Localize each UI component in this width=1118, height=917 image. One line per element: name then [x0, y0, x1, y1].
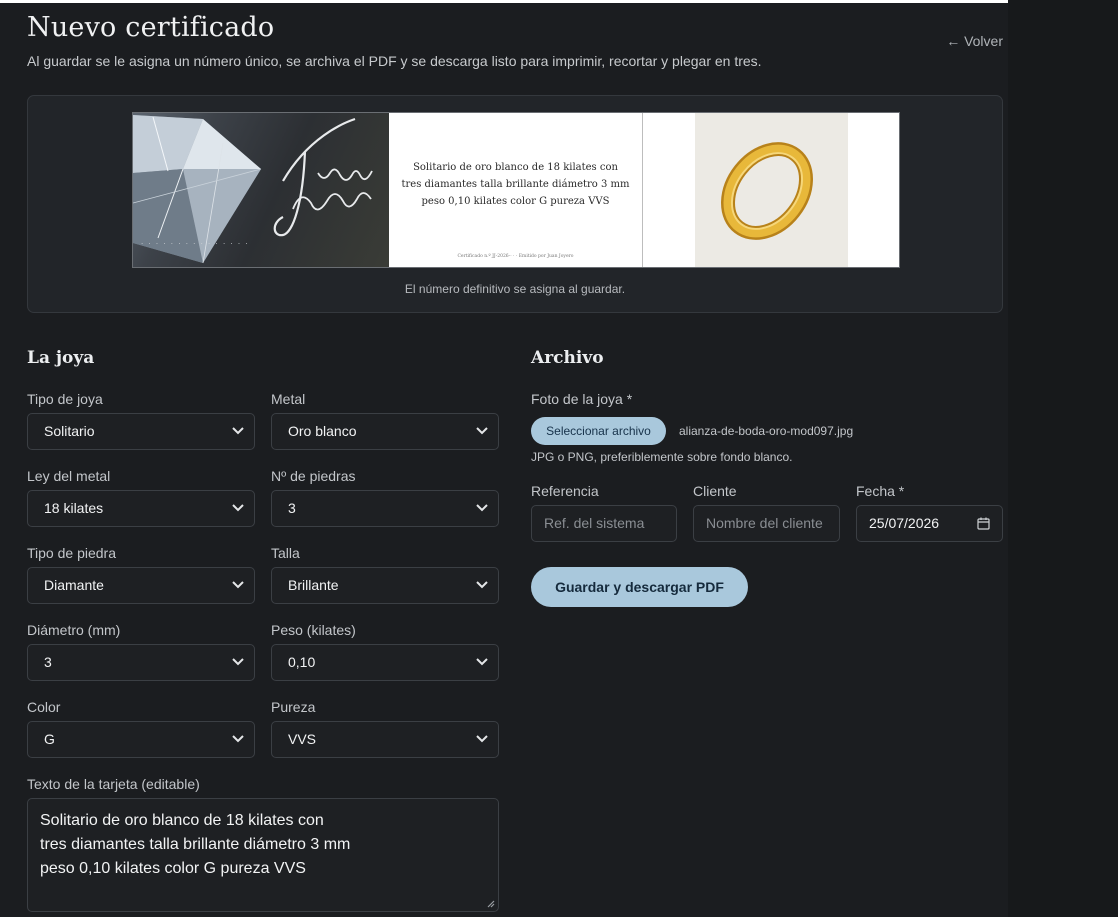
- select-value: 3: [288, 500, 296, 516]
- chevron-down-icon: [476, 735, 488, 743]
- clarity-label: Pureza: [271, 699, 316, 715]
- jewel-type-select[interactable]: Solitario: [27, 413, 255, 450]
- select-value: Solitario: [44, 423, 95, 439]
- select-value: Brillante: [288, 577, 339, 593]
- metal-select[interactable]: Oro blanco: [271, 413, 499, 450]
- page: Nuevo certificado Al guardar se le asign…: [27, 0, 1003, 917]
- select-value: 18 kilates: [44, 500, 104, 516]
- stone-type-label: Tipo de piedra: [27, 545, 116, 561]
- photo-hint: JPG o PNG, preferiblemente sobre fondo b…: [531, 450, 793, 464]
- chevron-down-icon: [232, 735, 244, 743]
- textarea-line: peso 0,10 kilates color G pureza VVS: [40, 860, 306, 877]
- select-value: Oro blanco: [288, 423, 357, 439]
- card-text-line: peso 0,10 kilates color G pureza VVS: [421, 196, 610, 207]
- certificate-preview: · · · · · · · · · · · · · · · Solitario …: [27, 95, 1003, 313]
- date-label: Fecha *: [856, 483, 905, 499]
- cut-label: Talla: [271, 545, 300, 561]
- ring-icon: [721, 142, 813, 240]
- chevron-down-icon: [232, 581, 244, 589]
- select-value: 3: [44, 654, 52, 670]
- date-value: 25/07/2026: [869, 515, 940, 531]
- diameter-select[interactable]: 3: [27, 644, 255, 681]
- back-link[interactable]: ← Volver: [946, 33, 1003, 49]
- chevron-down-icon: [232, 658, 244, 666]
- selected-file-name: alianza-de-boda-oro-mod097.jpg: [679, 424, 854, 438]
- metal-grade-select[interactable]: 18 kilates: [27, 490, 255, 527]
- weight-label: Peso (kilates): [271, 622, 356, 638]
- photo-label: Foto de la joya *: [531, 391, 633, 407]
- archive-section-title: Archivo: [531, 348, 604, 368]
- chevron-down-icon: [476, 581, 488, 589]
- select-value: G: [44, 731, 55, 747]
- card-logo-panel: · · · · · · · · · · · · · · ·: [133, 113, 389, 267]
- cut-select[interactable]: Brillante: [271, 567, 499, 604]
- color-select[interactable]: G: [27, 721, 255, 758]
- weight-select[interactable]: 0,10: [271, 644, 499, 681]
- resize-handle-icon[interactable]: [486, 899, 495, 908]
- chevron-down-icon: [476, 658, 488, 666]
- certificate-card: · · · · · · · · · · · · · · · Solitario …: [132, 112, 900, 268]
- reference-input[interactable]: Ref. del sistema: [531, 505, 677, 542]
- color-label: Color: [27, 699, 61, 715]
- select-file-button[interactable]: Seleccionar archivo: [531, 417, 666, 445]
- client-label: Cliente: [693, 483, 737, 499]
- page-subtitle: Al guardar se le asigna un número único,…: [27, 53, 762, 69]
- metal-label: Metal: [271, 391, 306, 407]
- chevron-down-icon: [476, 427, 488, 435]
- card-description: Solitario de oro blanco de 18 kilates co…: [399, 159, 632, 210]
- card-text-panel: Solitario de oro blanco de 18 kilates co…: [389, 113, 643, 267]
- chevron-down-icon: [232, 504, 244, 512]
- jewel-section-title: La joya: [27, 348, 95, 368]
- select-value: VVS: [288, 731, 317, 747]
- card-text-line: tres diamantes talla brillante diámetro …: [401, 179, 630, 190]
- clarity-select[interactable]: VVS: [271, 721, 499, 758]
- card-photo-panel: [643, 113, 899, 267]
- save-download-button[interactable]: Guardar y descargar PDF: [531, 567, 748, 607]
- diamond-logo-icon: · · · · · · · · · · · · · · ·: [133, 115, 373, 264]
- preview-note: El número definitivo se asigna al guarda…: [404, 282, 626, 296]
- chevron-down-icon: [476, 504, 488, 512]
- diameter-label: Diámetro (mm): [27, 622, 121, 638]
- card-text-label: Texto de la tarjeta (editable): [27, 776, 200, 792]
- stone-type-select[interactable]: Diamante: [27, 567, 255, 604]
- textarea-line: Solitario de oro blanco de 18 kilates co…: [40, 812, 324, 829]
- stone-count-label: Nº de piedras: [271, 468, 356, 484]
- page-title: Nuevo certificado: [27, 12, 275, 43]
- date-input[interactable]: 25/07/2026: [856, 505, 1003, 542]
- card-text-line: Solitario de oro blanco de 18 kilates co…: [413, 162, 618, 173]
- client-input[interactable]: Nombre del cliente: [693, 505, 840, 542]
- metal-grade-label: Ley del metal: [27, 468, 111, 484]
- card-text-textarea[interactable]: Solitario de oro blanco de 18 kilates co…: [27, 798, 499, 912]
- textarea-line: tres diamantes talla brillante diámetro …: [40, 836, 351, 853]
- select-value: 0,10: [288, 654, 316, 670]
- reference-label: Referencia: [531, 483, 599, 499]
- jewel-photo: [695, 113, 848, 267]
- right-gutter: [1008, 0, 1118, 917]
- svg-text:· · · · · · · · · · · · · · ·: · · · · · · · · · · · · · · ·: [141, 240, 249, 248]
- calendar-icon[interactable]: [977, 517, 990, 530]
- chevron-down-icon: [232, 427, 244, 435]
- card-footer: Certificado n.º JJ-2026-· · · Emitido po…: [457, 254, 574, 259]
- jewel-type-label: Tipo de joya: [27, 391, 103, 407]
- select-value: Diamante: [44, 577, 104, 593]
- stone-count-select[interactable]: 3: [271, 490, 499, 527]
